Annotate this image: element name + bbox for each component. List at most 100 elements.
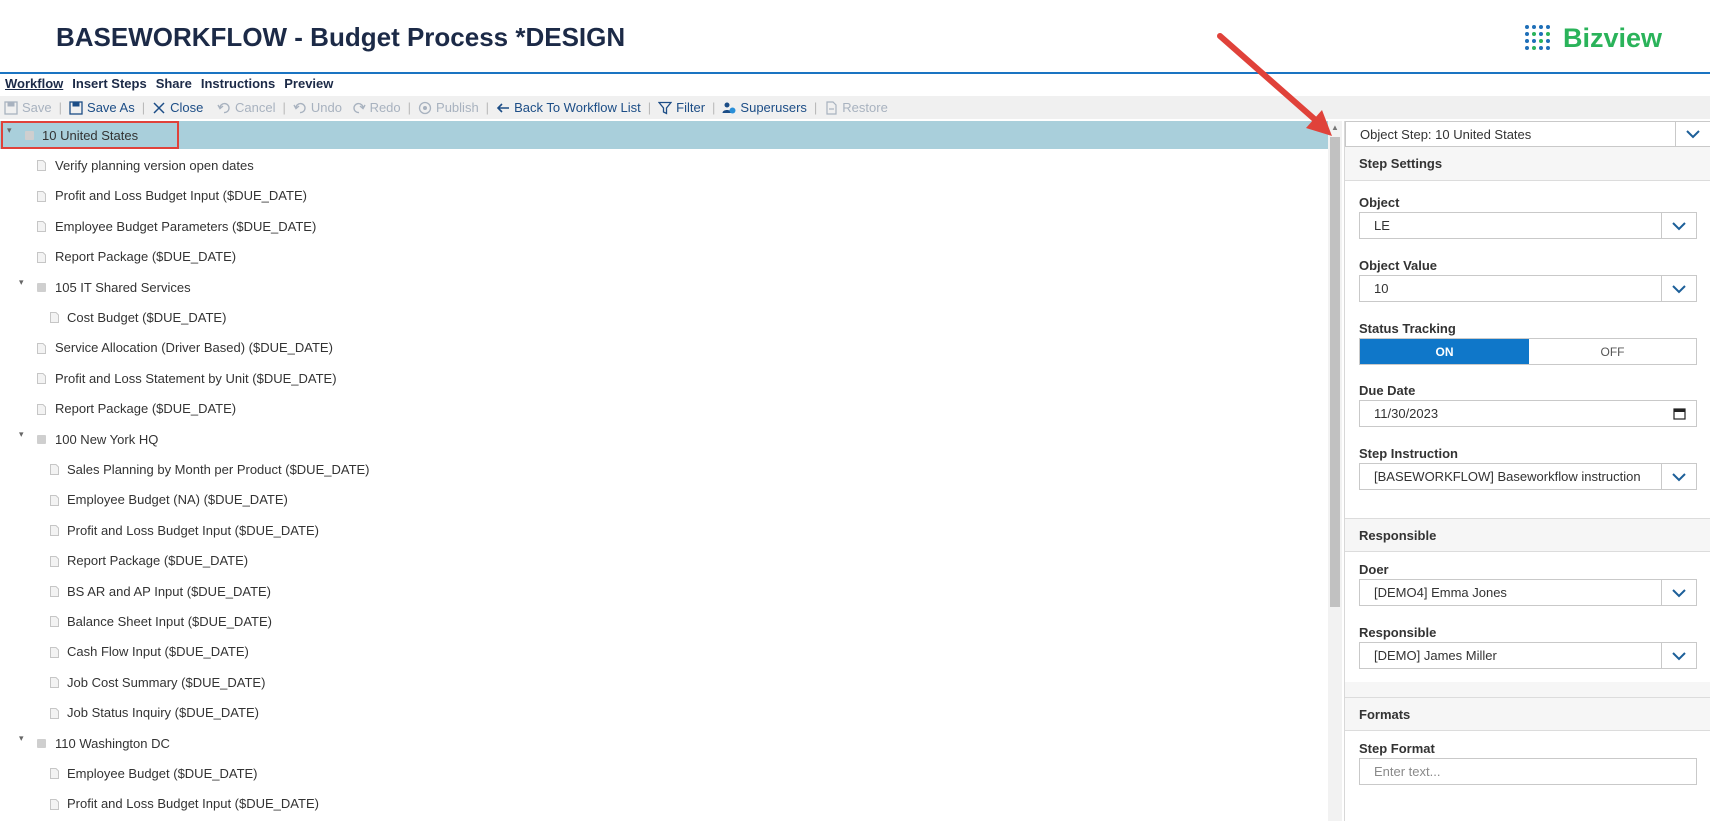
object-step-selector[interactable]: Object Step: 10 United States xyxy=(1345,121,1710,147)
restore-button[interactable]: Restore xyxy=(824,100,888,115)
responsible-select[interactable]: [DEMO] James Miller xyxy=(1359,642,1697,669)
menu-workflow[interactable]: Workflow xyxy=(5,76,63,94)
tree-step-row[interactable]: Report Package ($DUE_DATE) xyxy=(0,547,1328,575)
chevron-down-icon[interactable] xyxy=(1661,643,1696,668)
save-as-button[interactable]: Save As xyxy=(69,100,135,115)
document-icon xyxy=(50,646,59,658)
chevron-down-icon[interactable] xyxy=(1661,580,1696,605)
document-icon xyxy=(50,586,59,597)
collapse-caret-icon[interactable]: ▾ xyxy=(19,733,24,744)
redo-icon xyxy=(352,102,366,113)
chevron-down-icon[interactable] xyxy=(1661,276,1696,301)
tree-step-row[interactable]: Employee Budget (NA) ($DUE_DATE) xyxy=(0,486,1328,514)
redo-button[interactable]: Redo xyxy=(352,100,401,115)
status-off-option[interactable]: OFF xyxy=(1529,339,1696,364)
responsible-section-header: Responsible xyxy=(1345,518,1710,552)
chevron-down-icon[interactable] xyxy=(1661,213,1696,238)
tree-item-label: 105 IT Shared Services xyxy=(55,279,191,295)
tree-item-label: 110 Washington DC xyxy=(55,735,170,751)
tree-step-row[interactable]: Profit and Loss Budget Input ($DUE_DATE) xyxy=(0,182,1328,210)
step-format-input[interactable]: Enter text... xyxy=(1359,758,1697,785)
tree-group-row[interactable]: ▾ 110 Washington DC xyxy=(0,729,1328,757)
tree-item-label: Sales Planning by Month per Product ($DU… xyxy=(67,461,370,477)
close-button[interactable]: Close xyxy=(152,100,203,115)
group-icon xyxy=(37,739,46,748)
publish-button[interactable]: Publish xyxy=(418,100,479,115)
calendar-icon[interactable] xyxy=(1673,407,1686,420)
undo-button[interactable]: Undo xyxy=(293,100,342,115)
undo-icon xyxy=(293,102,306,113)
back-to-workflow-list-button[interactable]: Back To Workflow List xyxy=(496,100,641,115)
filter-icon xyxy=(658,101,673,115)
tree-step-row[interactable]: Profit and Loss Budget Input ($DUE_DATE) xyxy=(0,516,1328,544)
status-tracking-label: Status Tracking xyxy=(1359,321,1456,336)
chevron-down-icon[interactable] xyxy=(1675,122,1710,146)
close-icon xyxy=(153,101,165,114)
object-value-select[interactable]: 10 xyxy=(1359,275,1697,302)
cancel-button[interactable]: Cancel xyxy=(217,100,275,115)
menu-share[interactable]: Share xyxy=(156,76,192,94)
document-icon xyxy=(50,768,59,780)
chevron-down-icon[interactable] xyxy=(1661,464,1696,489)
tree-step-row[interactable]: Sales Planning by Month per Product ($DU… xyxy=(0,455,1328,483)
tree-step-row[interactable]: Cost Budget ($DUE_DATE) xyxy=(0,303,1328,331)
tree-scrollbar-thumb[interactable] xyxy=(1330,137,1340,607)
menu-preview[interactable]: Preview xyxy=(284,76,333,94)
doer-select[interactable]: [DEMO4] Emma Jones xyxy=(1359,579,1697,606)
tree-group-row[interactable]: ▾ 100 New York HQ xyxy=(0,425,1328,453)
tree-step-row[interactable]: Report Package ($DUE_DATE) xyxy=(0,243,1328,271)
collapse-caret-icon[interactable]: ▾ xyxy=(19,429,24,440)
tree-item-label: Report Package ($DUE_DATE) xyxy=(55,249,237,265)
tree-item-label: Profit and Loss Budget Input ($DUE_DATE) xyxy=(67,522,319,538)
save-icon xyxy=(4,100,18,115)
page-title: BASEWORKFLOW - Budget Process *DESIGN xyxy=(56,22,626,52)
tree-step-row[interactable]: BS AR and AP Input ($DUE_DATE) xyxy=(0,577,1328,605)
responsible-body: Doer [DEMO4] Emma Jones Responsible [DEM… xyxy=(1345,552,1710,682)
tree-step-row[interactable]: Verify planning version open dates xyxy=(0,151,1328,179)
tree-item-label: Profit and Loss Budget Input ($DUE_DATE) xyxy=(55,188,307,204)
tree-step-row[interactable]: Profit and Loss Statement by Unit ($DUE_… xyxy=(0,364,1328,392)
document-icon xyxy=(50,798,59,810)
tree-step-row[interactable]: Employee Budget ($DUE_DATE) xyxy=(0,759,1328,787)
due-date-input[interactable]: 11/30/2023 xyxy=(1359,400,1697,427)
collapse-caret-icon[interactable]: ▾ xyxy=(19,277,24,288)
tree-step-row[interactable]: Balance Sheet Input ($DUE_DATE) xyxy=(0,607,1328,635)
tree-step-row[interactable]: Employee Budget Parameters ($DUE_DATE) xyxy=(0,212,1328,240)
save-button[interactable]: Save xyxy=(4,100,52,115)
document-icon xyxy=(37,160,46,172)
users-icon xyxy=(722,102,736,113)
publish-icon xyxy=(418,101,432,114)
status-tracking-toggle[interactable]: ON OFF xyxy=(1359,338,1697,365)
status-on-option[interactable]: ON xyxy=(1360,339,1529,364)
arrow-left-icon xyxy=(496,102,510,113)
step-instruction-select[interactable]: [BASEWORKFLOW] Baseworkflow instruction xyxy=(1359,463,1697,490)
tree-step-row[interactable]: Cash Flow Input ($DUE_DATE) xyxy=(0,638,1328,666)
tree-item-label: Job Cost Summary ($DUE_DATE) xyxy=(67,674,266,690)
tree-step-row[interactable]: Job Cost Summary ($DUE_DATE) xyxy=(0,668,1328,696)
tree-item-label: Employee Budget (NA) ($DUE_DATE) xyxy=(67,492,288,508)
document-icon xyxy=(50,312,59,324)
superusers-button[interactable]: Superusers xyxy=(722,100,807,115)
document-icon xyxy=(50,494,59,506)
tree-group-row[interactable]: ▾ 105 IT Shared Services xyxy=(0,273,1328,301)
step-settings-header: Step Settings xyxy=(1345,147,1710,181)
menu-instructions[interactable]: Instructions xyxy=(201,76,275,94)
tree-group-row[interactable]: ▾ 10 United States xyxy=(0,121,1328,149)
document-icon xyxy=(50,555,59,567)
responsible-label: Responsible xyxy=(1359,625,1437,640)
cancel-icon xyxy=(217,102,230,113)
tree-step-row[interactable]: Report Package ($DUE_DATE) xyxy=(0,395,1328,423)
tree-step-row[interactable]: Job Status Inquiry ($DUE_DATE) xyxy=(0,699,1328,727)
save-as-icon xyxy=(69,100,83,115)
object-select[interactable]: LE xyxy=(1359,212,1697,239)
menu-insert-steps[interactable]: Insert Steps xyxy=(72,76,146,94)
document-icon xyxy=(37,342,46,354)
doer-label: Doer xyxy=(1359,562,1389,577)
step-properties-panel: Object Step: 10 United States Step Setti… xyxy=(1344,121,1710,821)
tree-item-label: Report Package ($DUE_DATE) xyxy=(67,553,249,569)
tree-step-row[interactable]: Profit and Loss Budget Input ($DUE_DATE) xyxy=(0,790,1328,818)
app-header: BASEWORKFLOW - Budget Process *DESIGN Bi… xyxy=(0,0,1710,74)
tree-step-row[interactable]: Service Allocation (Driver Based) ($DUE_… xyxy=(0,334,1328,362)
filter-button[interactable]: Filter xyxy=(658,100,705,115)
tree-item-label: Profit and Loss Budget Input ($DUE_DATE) xyxy=(67,796,319,812)
